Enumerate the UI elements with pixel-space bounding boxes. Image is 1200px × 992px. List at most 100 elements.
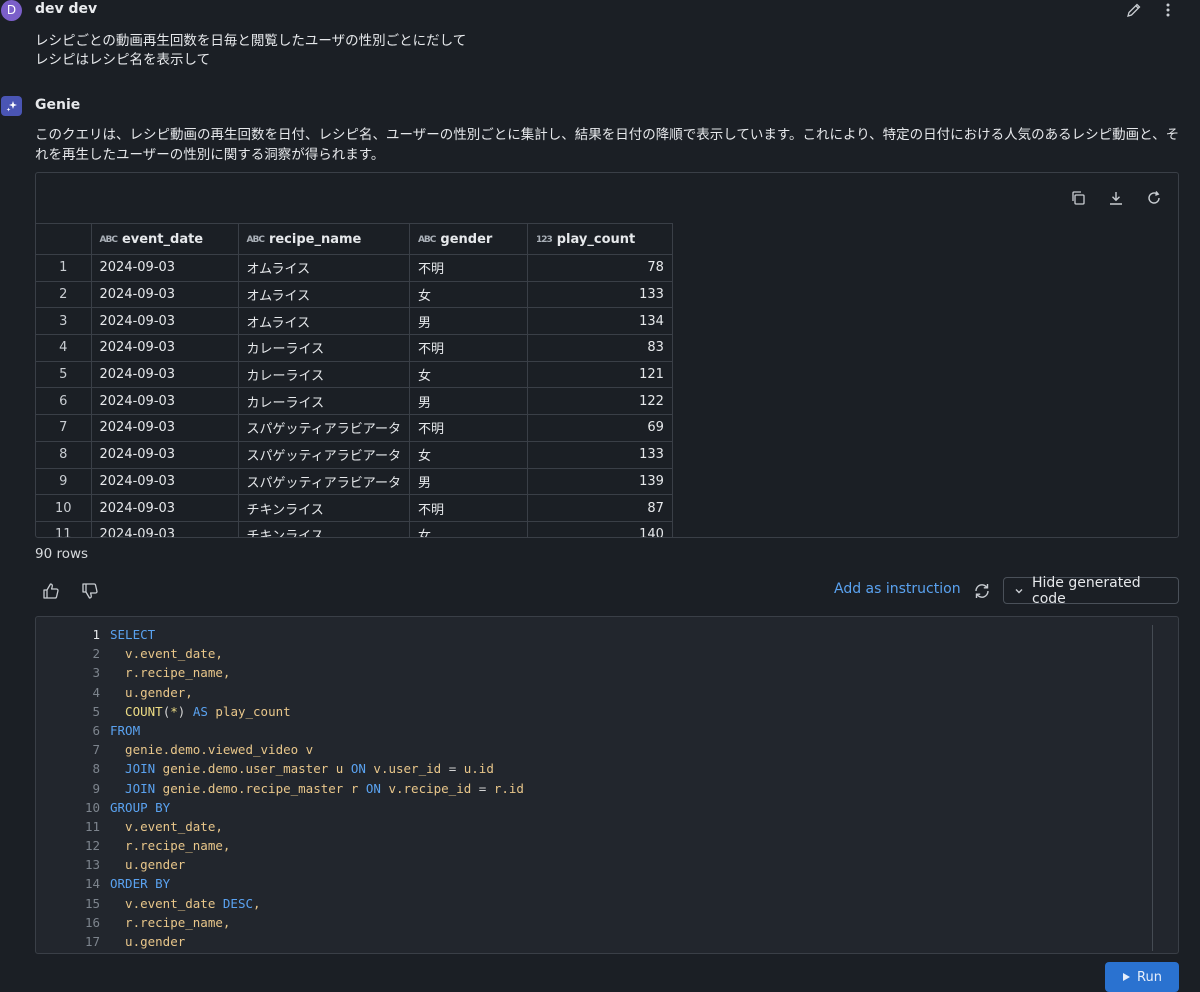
hide-generated-code-label: Hide generated code xyxy=(1032,574,1141,607)
code-token: u.id xyxy=(456,761,494,777)
code-line: 3 r.recipe_name, xyxy=(36,663,524,682)
event-date-cell: 2024-09-03 xyxy=(90,520,239,537)
gender-cell: 女 xyxy=(408,520,528,537)
string-type-icon: ABC xyxy=(246,234,265,245)
code-token: u.gender, xyxy=(110,684,193,700)
play-count-cell: 139 xyxy=(526,467,673,496)
edit-icon[interactable] xyxy=(1124,0,1144,20)
code-line: 9 JOIN genie.demo.recipe_master r ON v.r… xyxy=(36,779,523,798)
result-panel: ABC event_date ABC recipe_name ABC gender 1… xyxy=(35,172,1179,538)
code-token: GROUP BY xyxy=(110,799,171,815)
event-date-cell: 2024-09-03 xyxy=(90,334,239,362)
code-token: v.event_date xyxy=(110,895,223,911)
column-header-play-count[interactable]: 123 play_count xyxy=(526,223,673,255)
code-line: 13 u.gender xyxy=(36,855,524,874)
thumbs-down-icon[interactable] xyxy=(79,580,101,602)
regenerate-icon[interactable] xyxy=(971,580,993,602)
row-index-cell: 3 xyxy=(36,307,92,336)
code-token: u.gender xyxy=(110,934,186,949)
code-token: SELECT xyxy=(110,627,156,642)
row-index-cell: 1 xyxy=(36,254,92,282)
chevron-down-icon xyxy=(1014,586,1024,596)
add-as-instruction-link[interactable]: Add as instruction xyxy=(834,581,961,597)
gender-cell: 男 xyxy=(408,307,528,336)
download-icon[interactable] xyxy=(1106,187,1126,209)
message-actions xyxy=(1124,0,1178,20)
recipe-name-cell: カレーライス xyxy=(237,334,410,362)
event-date-cell: 2024-09-03 xyxy=(90,254,239,282)
line-number: 15 xyxy=(84,895,100,911)
copy-icon[interactable] xyxy=(1068,187,1088,209)
column-header-gender[interactable]: ABC gender xyxy=(408,223,528,255)
event-date-cell: 2024-09-03 xyxy=(90,307,239,336)
code-token: ) xyxy=(177,703,193,719)
line-number: 16 xyxy=(84,914,100,930)
code-editor[interactable]: 1 SELECT 2 v.event_date, 3 r.recipe_name, 4 … xyxy=(35,616,1179,954)
table-row: 10 2024-09-03 チキンライス 不明 87 xyxy=(36,494,673,522)
gender-cell: 男 xyxy=(408,467,528,496)
row-index-cell: 8 xyxy=(36,440,92,469)
user-avatar: D xyxy=(1,0,22,21)
line-number: 2 xyxy=(92,646,100,662)
code-token: = xyxy=(448,761,457,777)
recipe-name-cell: オムライス xyxy=(237,280,410,309)
event-date-cell: 2024-09-03 xyxy=(90,387,239,416)
line-number: 6 xyxy=(92,722,100,738)
play-count-cell: 133 xyxy=(526,440,673,469)
column-header-event-date[interactable]: ABC event_date xyxy=(90,223,239,255)
line-number: 3 xyxy=(92,665,100,681)
line-number: 8 xyxy=(92,761,100,777)
code-token: ON xyxy=(350,761,366,777)
string-type-icon: ABC xyxy=(417,234,436,245)
line-number: 12 xyxy=(84,838,100,854)
gender-cell: 不明 xyxy=(408,494,528,522)
code-line: 1 SELECT xyxy=(36,625,524,644)
line-number: 13 xyxy=(84,857,100,873)
code-token: , xyxy=(253,895,261,911)
table-row: 8 2024-09-03 スパゲッティアラビアータ女 133 xyxy=(36,440,673,469)
run-button[interactable]: Run xyxy=(1105,962,1179,992)
code-token: COUNT xyxy=(110,703,163,719)
number-type-icon: 123 xyxy=(535,234,553,245)
gender-cell: 不明 xyxy=(408,254,528,282)
code-token: r.recipe_name, xyxy=(110,838,231,854)
code-token: r.recipe_name, xyxy=(110,914,231,930)
table-row: 2 2024-09-03 オムライス女 133 xyxy=(36,280,673,309)
table-row: 9 2024-09-03 スパゲッティアラビアータ男 139 xyxy=(36,467,673,496)
code-token: genie.demo.recipe_master r xyxy=(155,780,366,796)
code-token: * xyxy=(170,703,178,719)
recipe-name-cell: スパゲッティアラビアータ xyxy=(237,440,410,469)
line-number: 4 xyxy=(92,684,100,700)
recipe-name-cell: チキンライス xyxy=(237,520,410,537)
play-count-cell: 121 xyxy=(526,360,673,389)
row-index-cell: 2 xyxy=(36,280,92,309)
column-header-recipe-name[interactable]: ABC recipe_name xyxy=(237,223,410,255)
table-row: 5 2024-09-03 カレーライス女 121 xyxy=(36,360,673,389)
code-line: 16 r.recipe_name, xyxy=(36,913,524,932)
row-index-cell: 7 xyxy=(36,414,92,442)
hide-generated-code-button[interactable]: Hide generated code xyxy=(1003,574,1179,607)
line-number: 5 xyxy=(92,703,100,719)
more-options-icon[interactable] xyxy=(1158,0,1178,20)
code-token: AS xyxy=(192,703,208,719)
refresh-icon[interactable] xyxy=(1144,187,1164,209)
code-line: 4 u.gender, xyxy=(36,683,524,702)
code-token: genie.demo.user_master u xyxy=(155,761,351,777)
line-number: 11 xyxy=(84,818,100,834)
genie-name: Genie xyxy=(35,97,81,113)
line-number: 14 xyxy=(84,876,100,892)
recipe-name-cell: スパゲッティアラビアータ xyxy=(237,467,410,496)
line-number: 17 xyxy=(84,934,100,949)
recipe-name-cell: オムライス xyxy=(237,307,410,336)
play-count-cell: 134 xyxy=(526,307,673,336)
row-index-cell: 5 xyxy=(36,360,92,389)
code-token: DESC xyxy=(222,895,253,911)
code-token: ORDER BY xyxy=(110,876,171,892)
code-token: v.event_date, xyxy=(110,646,223,662)
code-line: 11 v.event_date, xyxy=(36,817,524,836)
thumbs-up-icon[interactable] xyxy=(40,580,62,602)
recipe-name-cell: スパゲッティアラビアータ xyxy=(237,414,410,442)
gender-cell: 女 xyxy=(408,440,528,469)
code-scrollbar[interactable] xyxy=(1152,625,1162,951)
play-count-cell: 87 xyxy=(526,494,673,522)
